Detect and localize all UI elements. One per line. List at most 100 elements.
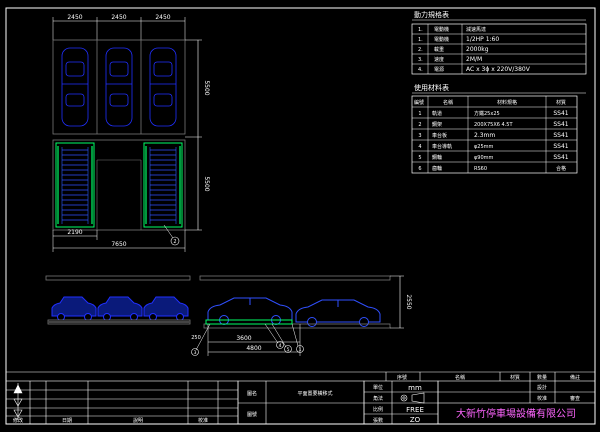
car-top-view-2 <box>105 47 133 127</box>
material-row-1-no: 2 <box>418 122 421 128</box>
tb-drawing-no-label: 圖號 <box>247 411 257 418</box>
power-row-1-no: 1. <box>418 37 423 43</box>
car-side-view-3 <box>143 296 189 321</box>
tb-date-label: 日期 <box>62 418 72 424</box>
material-row-0-no: 1 <box>418 111 421 117</box>
material-row-5-name: 齒輪 <box>432 165 442 172</box>
tb-projection-label: 角法 <box>373 395 383 402</box>
cad-drawing-sheet: 2450 2450 2450 5500 5500 2190 7650 2 250… <box>5 7 596 425</box>
material-row-3-name: 車台導軌 <box>432 143 452 150</box>
material-row-2-mat: SS41 <box>553 132 568 139</box>
callout-5: 5 <box>287 347 290 353</box>
material-table-title: 使用材料表 <box>414 83 449 92</box>
material-header-name: 名稱 <box>443 99 453 106</box>
tb-revision-label: 修改 <box>13 417 23 424</box>
material-table: 使用材料表 編號 名稱 材料規格 材質 1 軌道 方鐵25x25 SS41 2 … <box>411 83 586 174</box>
tb-unit-label: 單位 <box>373 384 383 391</box>
tb-qty-col: 數量 <box>537 374 547 381</box>
material-row-2-no: 3 <box>418 133 421 139</box>
tb-sheet-value: ZO <box>410 416 421 424</box>
sliding-platform-right <box>143 142 183 228</box>
power-row-0-spec: 減速馬達 <box>466 26 486 33</box>
material-row-5-no: 6 <box>418 166 421 172</box>
car-side-view-5 <box>295 299 381 327</box>
car-top-view-3 <box>149 47 177 127</box>
power-row-1-item: 電動機 <box>434 36 449 43</box>
power-row-2-item: 載重 <box>434 46 444 53</box>
power-table-title: 動力規格表 <box>414 10 449 19</box>
material-row-1-spec: 200X75X6 4.5T <box>474 122 513 128</box>
power-row-0-no: 1. <box>418 27 423 33</box>
callout-bay-label: 2 <box>173 239 176 245</box>
callout-1: 1 <box>299 347 302 353</box>
tb-company-name: 大新竹停車場設備有限公司 <box>456 407 576 420</box>
car-top-view-1 <box>61 47 89 127</box>
dim-top-3: 2450 <box>155 14 170 21</box>
car-side-view-1 <box>51 296 97 321</box>
material-row-5-mat: 合格 <box>556 165 566 172</box>
material-row-0-spec: 方鐵25x25 <box>474 110 500 117</box>
power-row-4-no: 4. <box>418 67 423 73</box>
tb-no-col: 序號 <box>397 374 407 381</box>
material-row-3-spec: φ25mm <box>474 144 494 150</box>
dim-top-1: 2450 <box>67 14 82 21</box>
tb-material-col: 材質 <box>510 374 520 381</box>
material-row-0-name: 軌道 <box>432 110 442 117</box>
plan-view: 2450 2450 2450 5500 5500 2190 7650 2 <box>52 14 210 252</box>
dim-top-2: 2450 <box>111 14 126 21</box>
dim-elev-middle: 3600 <box>236 335 251 342</box>
tb-checker-label: 校准 <box>537 395 547 402</box>
car-side-view-4 <box>207 297 293 325</box>
dim-elev-total: 4800 <box>246 345 261 352</box>
tb-scale-value: FREE <box>406 406 424 414</box>
tb-drawing-name: 平面置要橫移式 <box>297 390 332 397</box>
material-row-1-mat: SS41 <box>553 121 568 128</box>
tb-check-label: 校准 <box>198 417 208 424</box>
power-row-2-no: 2. <box>418 47 423 53</box>
sliding-platform-left <box>55 142 95 228</box>
dim-right-lower: 5500 <box>203 176 210 191</box>
tb-drawing-name-label: 圖名 <box>247 390 257 397</box>
elevation-view: 250 3600 4800 2550 3 4 5 1 <box>45 275 412 356</box>
tb-remark-col: 備註 <box>570 374 580 381</box>
material-row-4-no: 5 <box>418 155 421 161</box>
material-row-4-spec: φ90mm <box>474 155 494 161</box>
dim-elev-left: 250 <box>191 335 201 341</box>
material-row-5-spec: RS60 <box>474 166 487 172</box>
dim-bottom-b: 7650 <box>111 241 126 248</box>
tb-name-col: 名稱 <box>455 374 465 381</box>
material-header-mat: 材質 <box>556 99 566 106</box>
power-row-3-spec: 2M/M <box>466 56 482 63</box>
material-row-0-mat: SS41 <box>553 110 568 117</box>
callout-4: 4 <box>279 343 282 349</box>
tb-designer-label: 設計 <box>537 384 547 391</box>
power-row-2-spec: 2000kg <box>466 46 489 53</box>
power-row-1-spec: 1/2HP 1:60 <box>466 36 499 43</box>
power-row-4-item: 電源 <box>434 66 444 73</box>
callout-3: 3 <box>194 350 197 356</box>
power-row-3-item: 速度 <box>434 56 444 63</box>
material-row-2-name: 車台板 <box>432 132 447 139</box>
power-row-3-no: 3. <box>418 57 423 63</box>
tb-sheet-label: 張數 <box>373 417 383 424</box>
power-spec-table: 動力規格表 1. 電動機 減速馬達 1. 電動機 1/2HP 1:60 2. 載… <box>411 10 587 75</box>
material-row-1-name: 鋼架 <box>432 121 442 128</box>
material-row-4-name: 鋼輪 <box>432 154 442 161</box>
projection-symbol-icon <box>400 392 425 404</box>
car-side-view-2 <box>97 296 143 321</box>
tb-unit-value: mm <box>408 384 422 392</box>
dim-right-upper: 5500 <box>203 80 210 95</box>
dim-elev-height: 2550 <box>405 294 412 309</box>
material-row-3-mat: SS41 <box>553 143 568 150</box>
material-row-3-no: 4 <box>418 144 421 150</box>
material-header-spec: 材料規格 <box>497 99 517 106</box>
dim-bottom-a: 2190 <box>67 229 82 236</box>
power-row-4-spec: AC x 3ϕ x 220V/380V <box>466 66 531 73</box>
tb-description-label: 說明 <box>133 417 143 424</box>
material-header-no: 編號 <box>414 99 424 106</box>
tb-approver-label: 審查 <box>570 395 580 402</box>
tb-scale-label: 比例 <box>373 406 383 413</box>
power-row-0-item: 電動機 <box>434 26 449 33</box>
material-row-2-spec: 2.3mm <box>474 132 495 139</box>
north-arrow-icon <box>13 383 23 420</box>
